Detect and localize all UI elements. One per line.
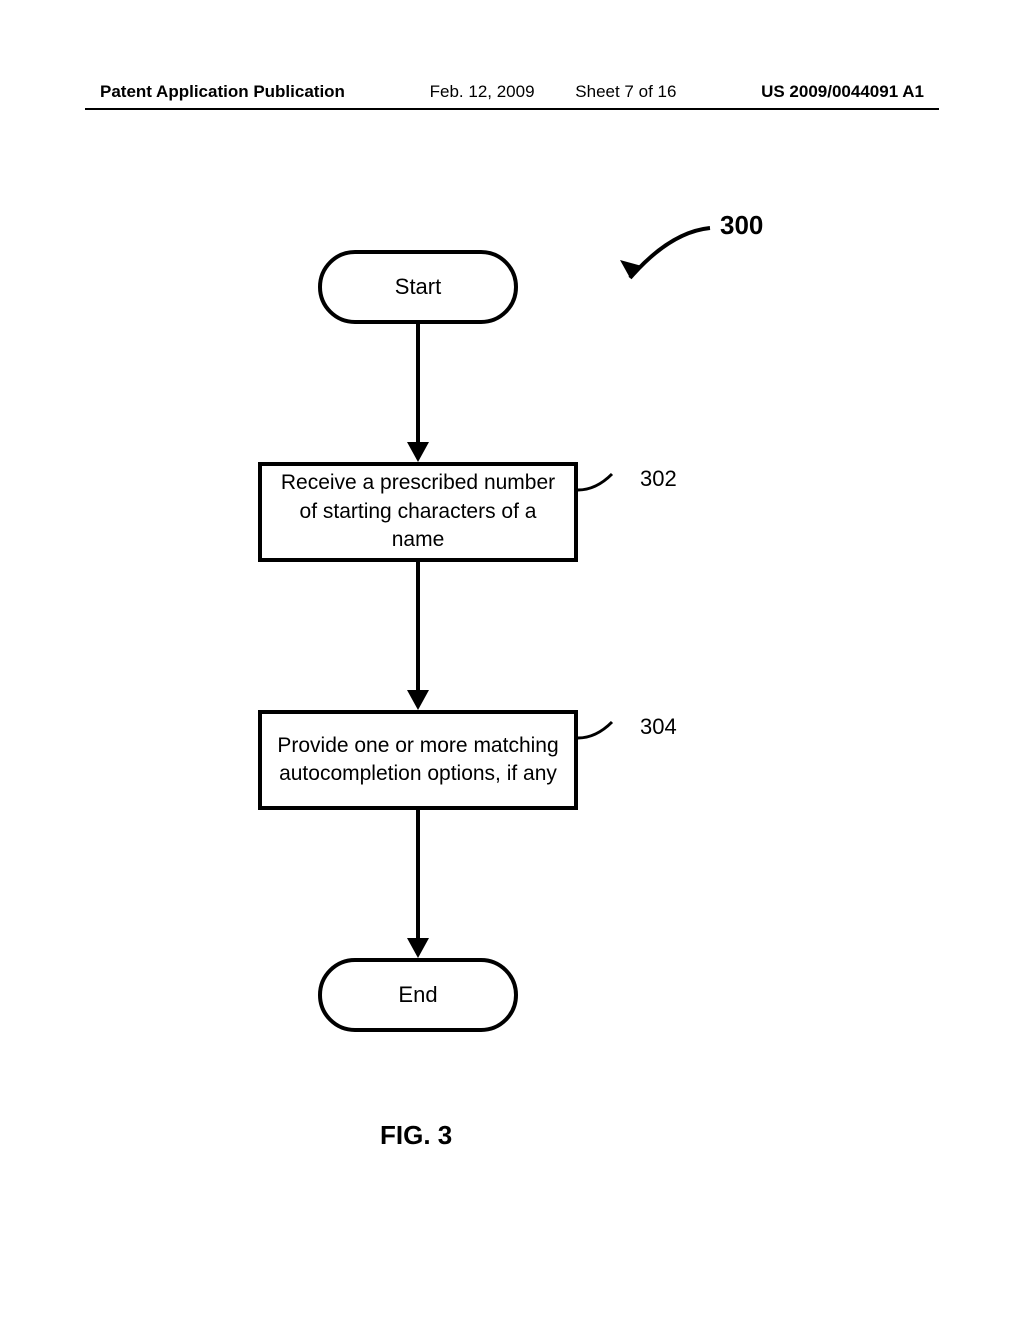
arrow-1-line [416,324,420,444]
flow-step-304-text: Provide one or more matching autocomplet… [276,732,560,789]
arrow-3-head-icon [407,938,429,958]
page-header: Patent Application Publication Feb. 12, … [100,82,924,102]
ref-304-leader-icon [578,716,628,746]
figure-caption: FIG. 3 [380,1120,452,1151]
flow-start: Start [318,250,518,324]
arrow-1-head-icon [407,442,429,462]
header-sheet: Sheet 7 of 16 [575,82,676,101]
flow-step-302: Receive a prescribed number of starting … [258,462,578,562]
flow-step-304: Provide one or more matching autocomplet… [258,710,578,810]
ref-302-leader-icon [578,468,628,498]
arrow-2-head-icon [407,690,429,710]
flow-end-label: End [398,982,437,1008]
flow-step-302-text: Receive a prescribed number of starting … [276,469,560,554]
ref-300-arrow-icon [610,220,720,290]
flow-end: End [318,958,518,1032]
arrow-2-line [416,562,420,692]
ref-302-label: 302 [640,466,677,492]
arrow-3-line [416,810,420,940]
header-publication: Patent Application Publication [100,82,345,102]
header-date: Feb. 12, 2009 [430,82,535,101]
ref-300-label: 300 [720,210,763,241]
header-divider [85,108,939,110]
ref-304-label: 304 [640,714,677,740]
header-docnumber: US 2009/0044091 A1 [761,82,924,102]
flow-start-label: Start [395,274,441,300]
